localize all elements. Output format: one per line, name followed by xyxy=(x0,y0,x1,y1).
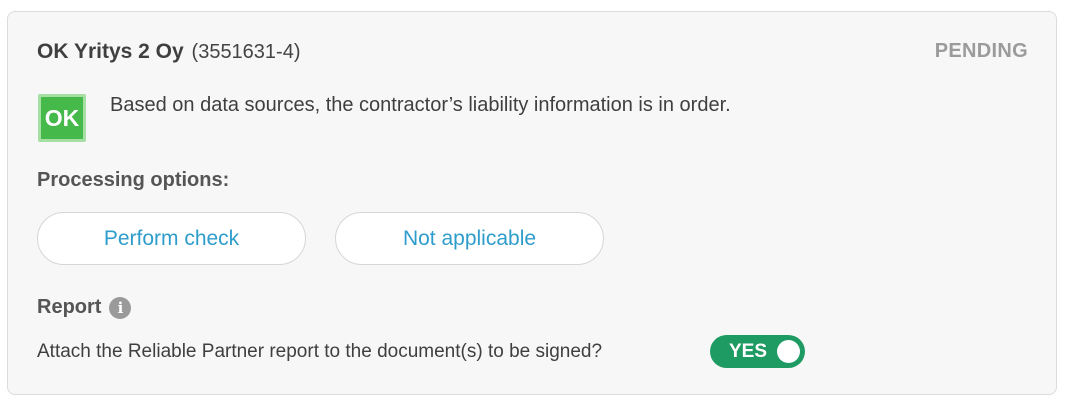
company-title: OK Yritys 2 Oy (3551631-4) xyxy=(37,40,301,64)
attach-report-toggle[interactable]: YES xyxy=(710,335,805,368)
report-heading: Report i xyxy=(37,296,132,319)
perform-check-button[interactable]: Perform check xyxy=(37,212,306,265)
company-name: OK Yritys 2 Oy xyxy=(37,40,184,63)
processing-options-label: Processing options: xyxy=(37,169,230,191)
report-label: Report xyxy=(37,296,102,318)
not-applicable-button[interactable]: Not applicable xyxy=(335,212,604,265)
card-header: OK Yritys 2 Oy (3551631-4) PENDING xyxy=(37,40,1028,68)
contractor-card: OK Yritys 2 Oy (3551631-4) PENDING OK Ba… xyxy=(7,11,1057,395)
liability-message: Based on data sources, the contractor’s … xyxy=(110,94,731,116)
attach-report-question: Attach the Reliable Partner report to th… xyxy=(37,341,603,362)
company-business-id: (3551631-4) xyxy=(191,41,301,63)
info-icon[interactable]: i xyxy=(109,296,132,319)
status-badge: PENDING xyxy=(934,40,1028,62)
ok-status-icon: OK xyxy=(38,94,86,142)
toggle-label: YES xyxy=(729,341,768,362)
toggle-knob xyxy=(777,340,800,363)
